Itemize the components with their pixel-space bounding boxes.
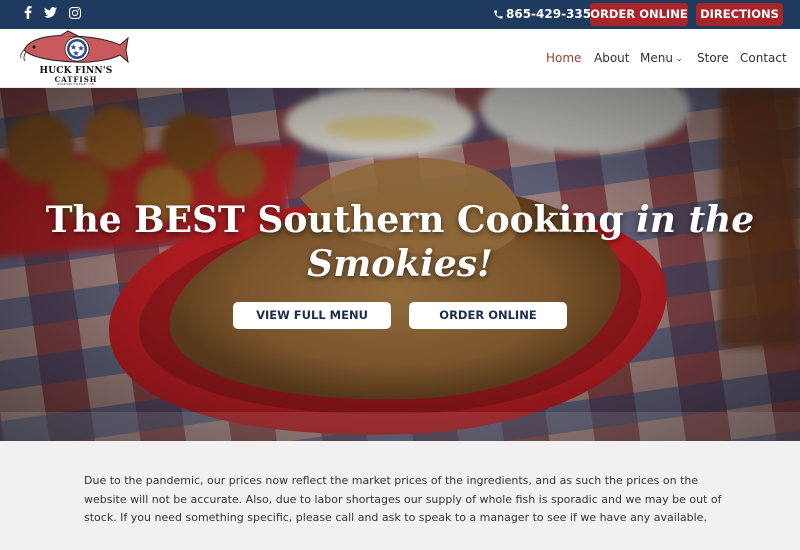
order-online-button[interactable]: ORDER ONLINE <box>590 3 688 26</box>
nav-contact[interactable]: Contact <box>740 29 787 88</box>
catfish-logo-icon <box>20 30 129 64</box>
nav-menu-label: Menu <box>640 51 673 65</box>
nav-store[interactable]: Store <box>697 29 729 88</box>
hero-bottom-strip <box>0 412 800 441</box>
logo-location: PIGEON FORGE, TN <box>57 82 95 86</box>
social-links <box>24 6 81 19</box>
hero-order-online-button[interactable]: ORDER ONLINE <box>409 302 567 329</box>
chevron-down-icon: ⌄ <box>675 54 683 63</box>
site-header: HUCK FINN'S CATFISH PIGEON FORGE, TN Hom… <box>0 29 800 88</box>
nav-home[interactable]: Home <box>546 29 581 88</box>
hero-title-main: The BEST Southern Cooking <box>45 199 637 241</box>
logo[interactable]: HUCK FINN'S CATFISH PIGEON FORGE, TN <box>20 30 130 86</box>
view-full-menu-button[interactable]: VIEW FULL MENU <box>233 302 391 329</box>
phone-number: 865-429-3353 <box>506 7 600 21</box>
directions-button[interactable]: DIRECTIONS <box>696 3 783 26</box>
nav-about[interactable]: About <box>594 29 629 88</box>
nav-menu[interactable]: Menu ⌄ <box>640 29 683 88</box>
pandemic-notice: Due to the pandemic, our prices now refl… <box>84 474 722 524</box>
twitter-icon[interactable] <box>44 7 57 18</box>
instagram-icon[interactable] <box>69 6 81 19</box>
hero-section: The BEST Southern Cooking in the Smokies… <box>0 88 800 441</box>
hero-title: The BEST Southern Cooking in the Smokies… <box>0 198 800 286</box>
facebook-icon[interactable] <box>24 6 32 19</box>
phone-icon <box>494 10 503 19</box>
phone-link[interactable]: 865-429-3353 <box>493 0 599 29</box>
top-bar: 865-429-3353 ORDER ONLINE DIRECTIONS <box>0 0 800 29</box>
